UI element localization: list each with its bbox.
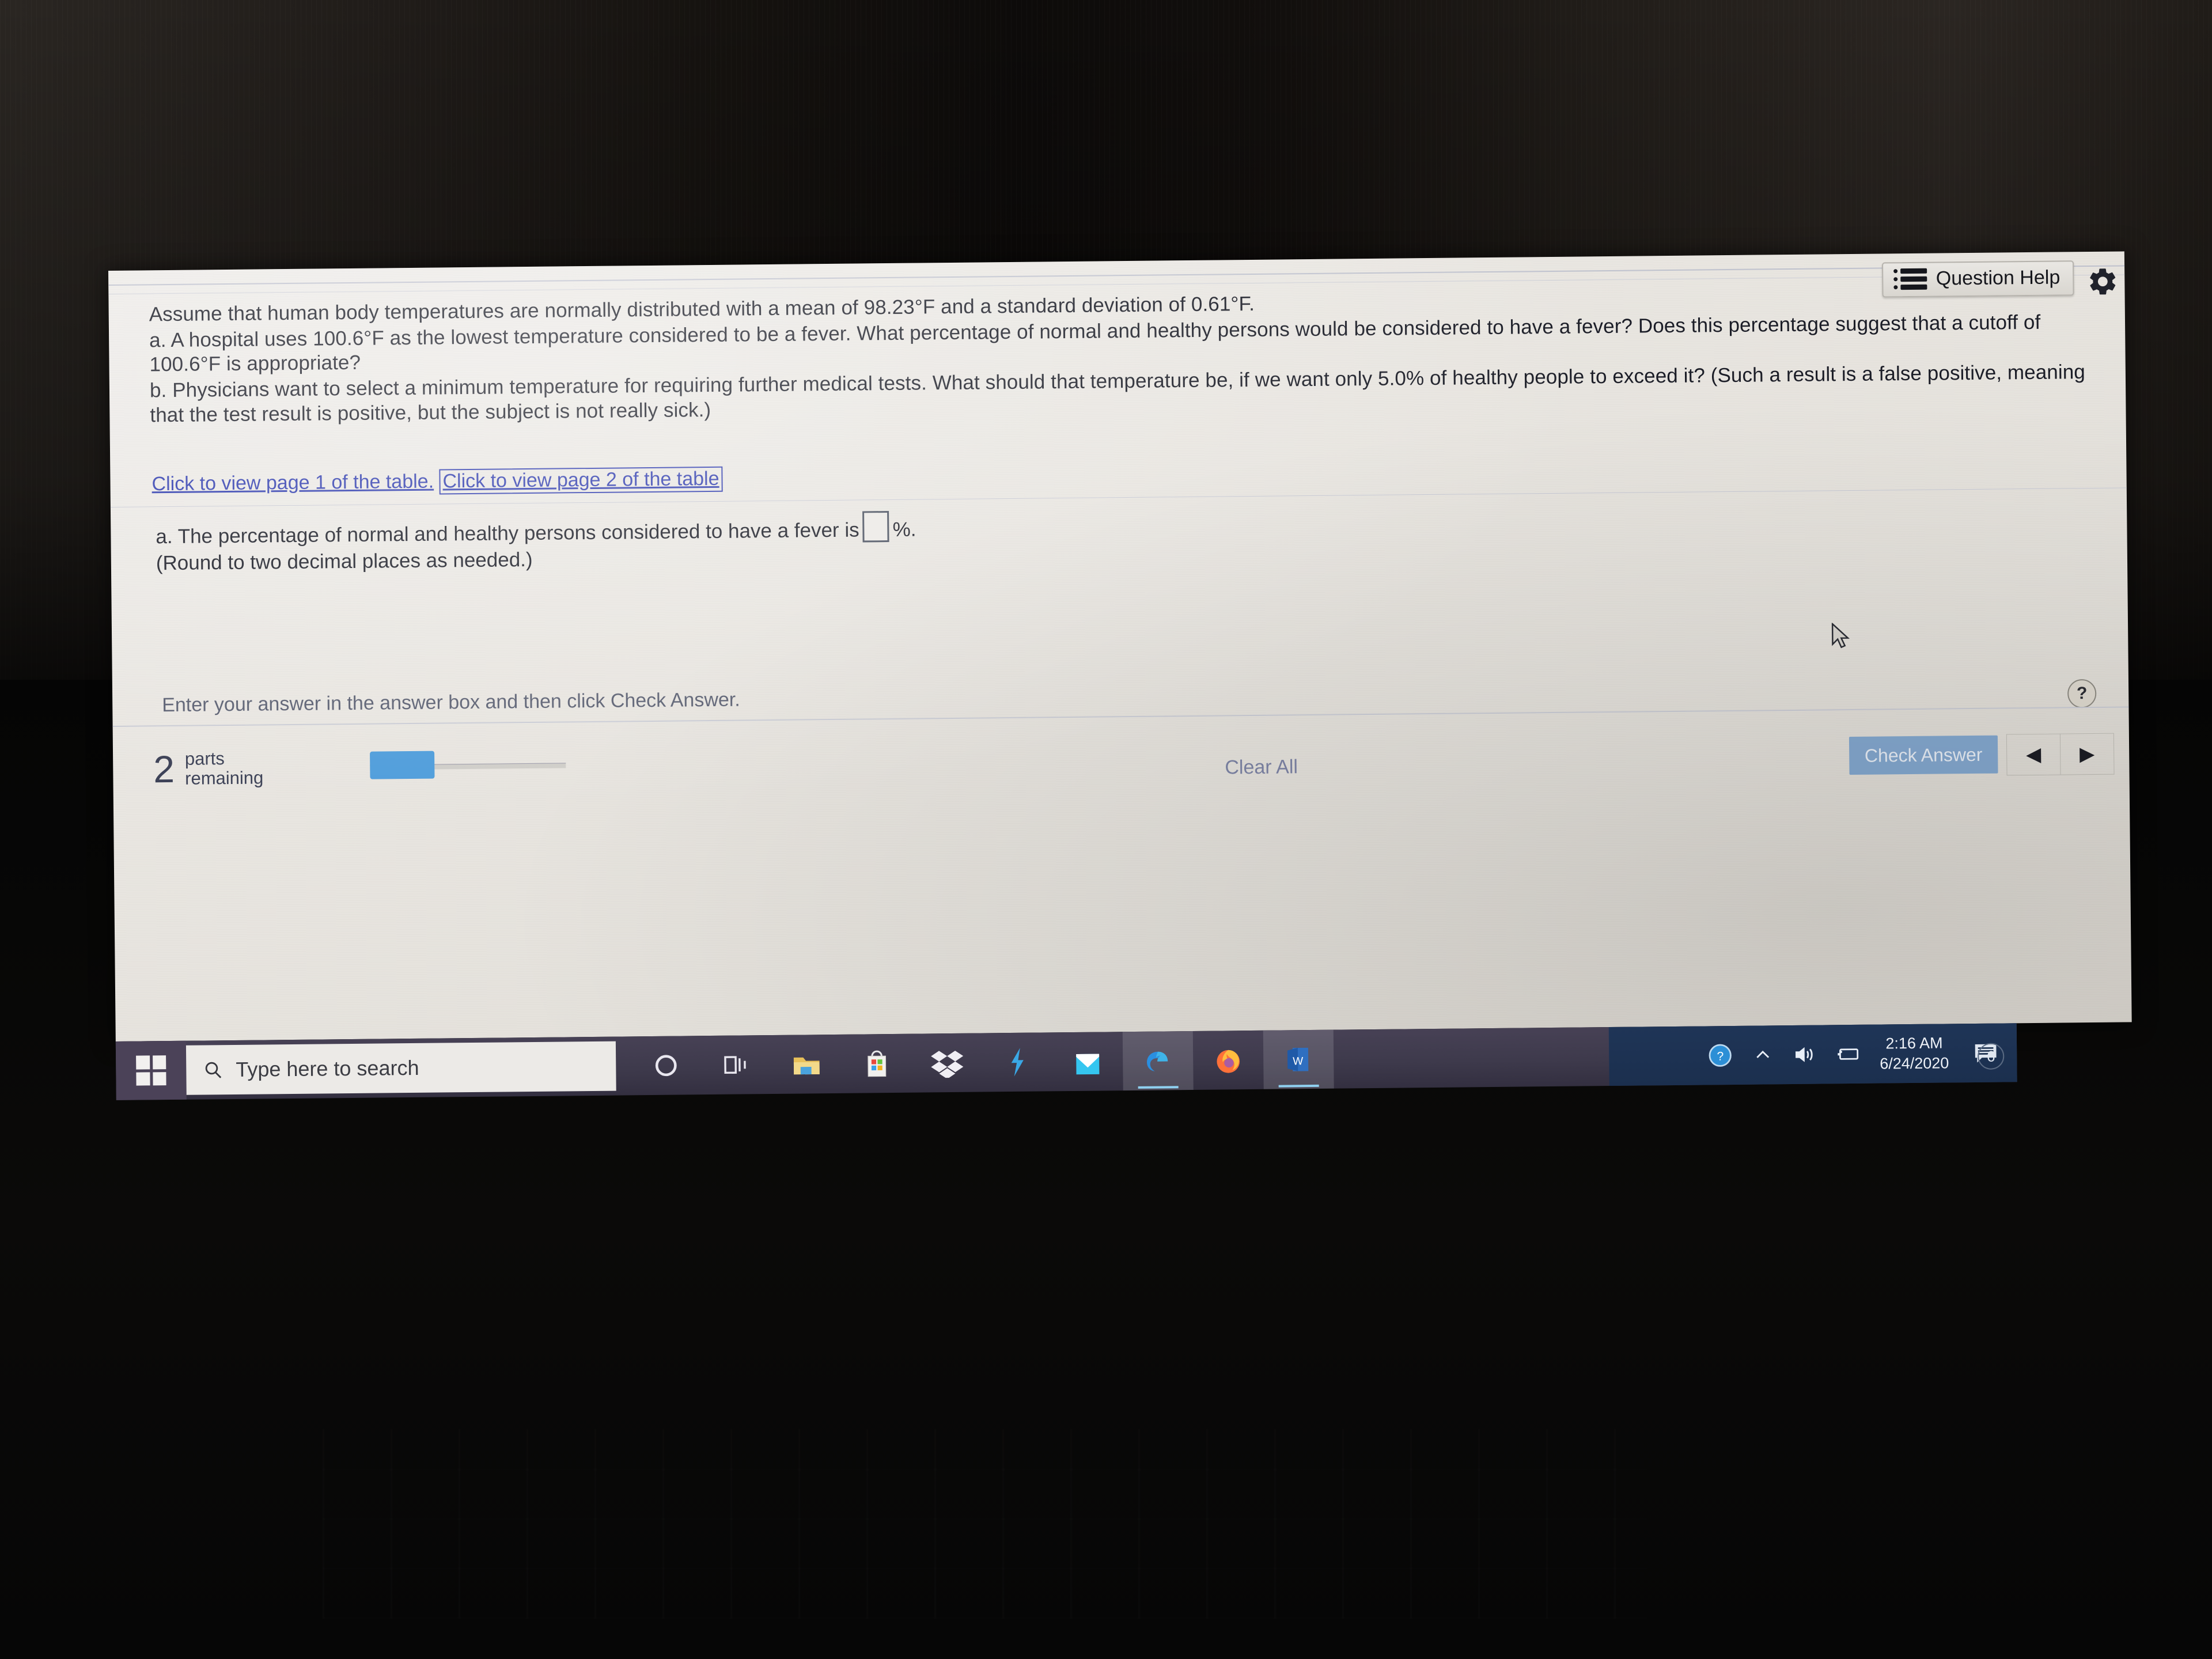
answer-unit: %. xyxy=(892,518,916,541)
mail-icon[interactable] xyxy=(1052,1032,1123,1091)
check-answer-button[interactable]: Check Answer xyxy=(1849,735,1998,775)
search-placeholder: Type here to search xyxy=(236,1055,419,1081)
gear-icon[interactable] xyxy=(2086,265,2119,298)
clear-all-button[interactable]: Clear All xyxy=(1225,756,1298,779)
windows-logo-icon xyxy=(136,1055,166,1086)
start-button[interactable] xyxy=(115,1040,187,1100)
svg-text:?: ? xyxy=(1717,1050,1724,1063)
header-divider-top xyxy=(108,265,2125,286)
keyboard-area xyxy=(323,1429,1647,1619)
clock[interactable]: 2:16 AM 6/24/2020 xyxy=(1869,1033,1960,1074)
svg-text:W: W xyxy=(1293,1055,1303,1067)
laptop-screen: Question Help Assume that human body tem… xyxy=(108,251,2133,1135)
battery-icon[interactable] xyxy=(1827,1025,1870,1084)
parts-label-line1: parts xyxy=(184,748,225,769)
table-links: Click to view page 1 of the table. Click… xyxy=(151,466,723,496)
answer-label: a. The percentage of normal and healthy … xyxy=(156,518,859,548)
question-panel: Question Help Assume that human body tem… xyxy=(108,251,2132,1041)
help-circle-icon[interactable]: ? xyxy=(1699,1026,1742,1085)
clock-time: 2:16 AM xyxy=(1885,1034,1943,1052)
navigation-buttons: ◀ ▶ xyxy=(2006,733,2115,776)
progress-fill xyxy=(370,751,435,779)
cortana-icon[interactable] xyxy=(631,1036,702,1095)
microsoft-edge-icon[interactable] xyxy=(1122,1031,1194,1091)
parts-label-line2: remaining xyxy=(185,767,264,789)
question-text: Assume that human body temperatures are … xyxy=(149,284,2093,429)
file-explorer-icon[interactable] xyxy=(771,1035,842,1094)
help-circle-icon[interactable]: ? xyxy=(2067,679,2097,709)
answer-input[interactable] xyxy=(862,511,889,543)
parts-label: parts remaining xyxy=(184,748,264,789)
search-icon xyxy=(203,1060,223,1080)
chevron-up-icon[interactable] xyxy=(1741,1025,1785,1085)
search-input[interactable]: Type here to search xyxy=(185,1041,616,1095)
volume-icon[interactable] xyxy=(1784,1025,1827,1084)
taskbar-items: W xyxy=(631,1029,1334,1096)
hint-text: Enter your answer in the answer box and … xyxy=(162,688,740,717)
microsoft-store-icon[interactable] xyxy=(842,1034,912,1093)
mouse-cursor xyxy=(1831,622,1852,649)
answer-area: a. The percentage of normal and healthy … xyxy=(156,511,916,577)
link-page-2[interactable]: Click to view page 2 of the table xyxy=(439,466,723,495)
previous-button[interactable]: ◀ xyxy=(2006,734,2061,775)
task-view-icon[interactable] xyxy=(701,1035,772,1094)
lightning-app-icon[interactable] xyxy=(982,1032,1053,1092)
parts-count: 2 xyxy=(153,747,175,791)
notifications-button[interactable]: 6 xyxy=(1959,1023,2013,1082)
system-tray: ? 2:16 AM 6/24/2020 6 xyxy=(1608,1023,2017,1086)
link-page-1[interactable]: Click to view page 1 of the table. xyxy=(151,471,434,495)
progress-bar xyxy=(370,751,566,779)
parts-remaining: 2 parts remaining xyxy=(153,747,264,791)
firefox-icon[interactable] xyxy=(1193,1031,1264,1090)
clock-date: 6/24/2020 xyxy=(1880,1054,1949,1073)
notifications-count: 6 xyxy=(1978,1043,2005,1070)
next-button[interactable]: ▶ xyxy=(2061,734,2114,775)
microsoft-word-icon[interactable]: W xyxy=(1263,1029,1334,1089)
photo-background: Question Help Assume that human body tem… xyxy=(0,0,2212,1659)
dropbox-icon[interactable] xyxy=(912,1033,983,1093)
